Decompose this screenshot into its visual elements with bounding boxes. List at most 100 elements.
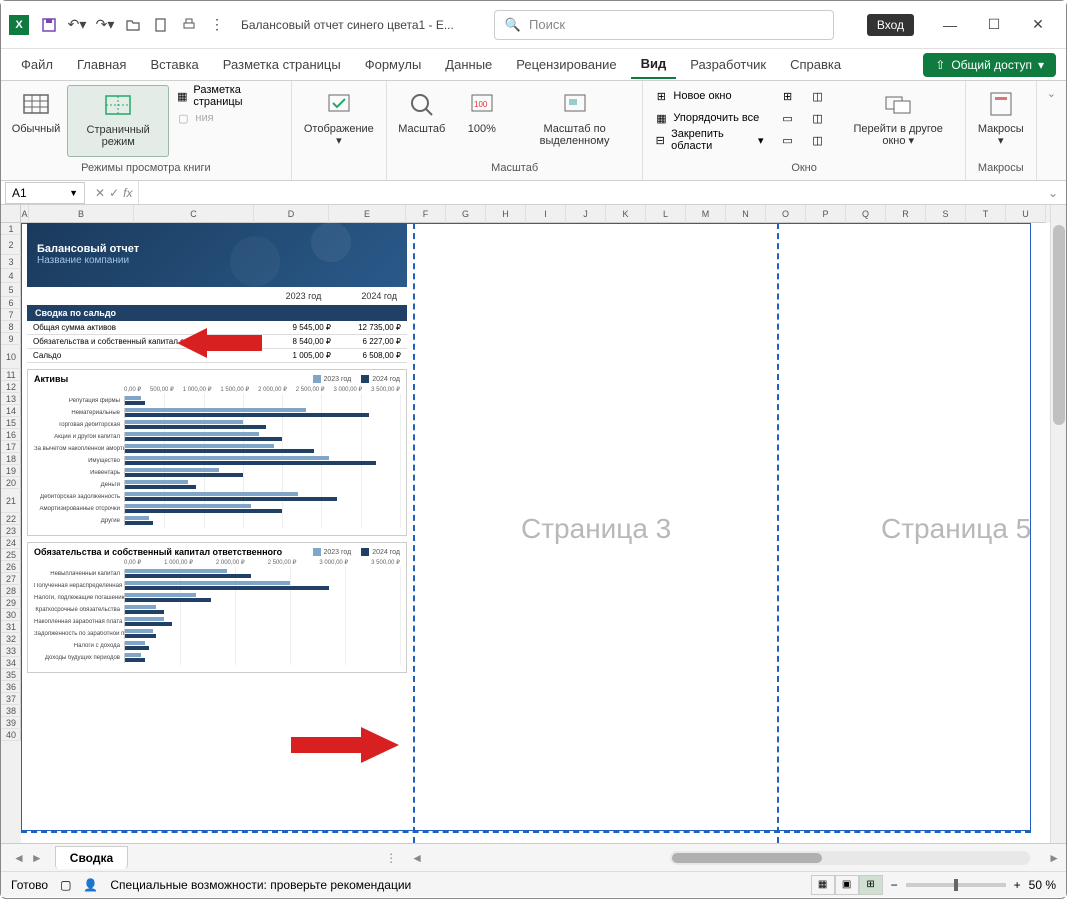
page-break-vertical-1[interactable] bbox=[413, 223, 415, 843]
login-button[interactable]: Вход bbox=[867, 14, 914, 36]
col-header[interactable]: R bbox=[886, 205, 926, 223]
row-header[interactable]: 1 bbox=[1, 223, 21, 235]
col-header[interactable]: F bbox=[406, 205, 446, 223]
macros-button[interactable]: Макросы▾ bbox=[972, 85, 1030, 157]
normal-mode-icon[interactable]: ▦ bbox=[811, 875, 835, 895]
zoom-out-icon[interactable]: − bbox=[891, 878, 898, 892]
page-layout-mode-icon[interactable]: ▣ bbox=[835, 875, 859, 895]
unhide-icon[interactable]: ▭ bbox=[776, 129, 800, 151]
vertical-scrollbar[interactable] bbox=[1050, 205, 1066, 843]
normal-view-button[interactable]: Обычный bbox=[7, 85, 65, 157]
page-break-mode-icon[interactable]: ⊞ bbox=[859, 875, 883, 895]
col-header[interactable]: A bbox=[21, 205, 29, 223]
tab-data[interactable]: Данные bbox=[435, 51, 502, 78]
row-header[interactable]: 16 bbox=[1, 429, 21, 441]
row-header[interactable]: 28 bbox=[1, 585, 21, 597]
page-layout-button[interactable]: ▦ Разметка страницы bbox=[171, 85, 284, 107]
col-header[interactable]: K bbox=[606, 205, 646, 223]
share-button[interactable]: ⇧ Общий доступ ▾ bbox=[923, 53, 1056, 77]
col-header[interactable]: N bbox=[726, 205, 766, 223]
zoom-value[interactable]: 50 % bbox=[1029, 878, 1056, 892]
row-header[interactable]: 3 bbox=[1, 255, 21, 269]
tab-nav-prev[interactable]: ◄ bbox=[13, 851, 25, 865]
col-header[interactable]: C bbox=[134, 205, 254, 223]
row-header[interactable]: 25 bbox=[1, 549, 21, 561]
page-break-horizontal[interactable] bbox=[21, 831, 1031, 833]
row-header[interactable]: 29 bbox=[1, 597, 21, 609]
open-icon[interactable] bbox=[121, 13, 145, 37]
row-header[interactable]: 4 bbox=[1, 269, 21, 283]
zoom-slider[interactable] bbox=[906, 883, 1006, 887]
row-header[interactable]: 26 bbox=[1, 561, 21, 573]
row-header[interactable]: 32 bbox=[1, 633, 21, 645]
zoom-in-icon[interactable]: + bbox=[1014, 878, 1021, 892]
page-break-vertical-2[interactable] bbox=[777, 223, 779, 843]
row-header[interactable]: 34 bbox=[1, 657, 21, 669]
row-header[interactable]: 18 bbox=[1, 453, 21, 465]
row-header[interactable]: 40 bbox=[1, 729, 21, 741]
col-header[interactable]: M bbox=[686, 205, 726, 223]
split-icon[interactable]: ⊞ bbox=[776, 85, 800, 107]
scroll-left-icon[interactable]: ◄ bbox=[405, 851, 429, 865]
row-header[interactable]: 23 bbox=[1, 525, 21, 537]
row-header[interactable]: 15 bbox=[1, 417, 21, 429]
row-header[interactable]: 38 bbox=[1, 705, 21, 717]
row-header[interactable]: 2 bbox=[1, 235, 21, 255]
col-header[interactable]: Q bbox=[846, 205, 886, 223]
row-header[interactable]: 36 bbox=[1, 681, 21, 693]
tab-formulas[interactable]: Формулы bbox=[355, 51, 432, 78]
new-window-button[interactable]: ⊞Новое окно bbox=[649, 85, 767, 107]
freeze-button[interactable]: ⊟Закрепить области ▾ bbox=[649, 129, 767, 151]
row-header[interactable]: 19 bbox=[1, 465, 21, 477]
row-header[interactable]: 10 bbox=[1, 345, 21, 369]
zoom-handle[interactable] bbox=[954, 879, 958, 891]
row-header[interactable]: 27 bbox=[1, 573, 21, 585]
row-header[interactable]: 17 bbox=[1, 441, 21, 453]
show-button[interactable]: Отображение▾ bbox=[298, 85, 380, 157]
col-header[interactable]: P bbox=[806, 205, 846, 223]
page-break-view-button[interactable]: Страничный режим bbox=[67, 85, 169, 157]
row-header[interactable]: 13 bbox=[1, 393, 21, 405]
new-icon[interactable] bbox=[149, 13, 173, 37]
hide-icon[interactable]: ▭ bbox=[776, 107, 800, 129]
tab-view[interactable]: Вид bbox=[631, 50, 677, 79]
cancel-formula-icon[interactable]: ✕ bbox=[95, 186, 105, 200]
row-header[interactable]: 6 bbox=[1, 297, 21, 309]
sync-icon-2[interactable]: ◫ bbox=[806, 107, 830, 129]
tab-file[interactable]: Файл bbox=[11, 51, 63, 78]
row-header[interactable]: 8 bbox=[1, 321, 21, 333]
col-header[interactable]: I bbox=[526, 205, 566, 223]
enter-formula-icon[interactable]: ✓ bbox=[109, 186, 119, 200]
row-header[interactable]: 12 bbox=[1, 381, 21, 393]
row-header[interactable]: 5 bbox=[1, 283, 21, 297]
col-header[interactable]: G bbox=[446, 205, 486, 223]
col-header[interactable]: H bbox=[486, 205, 526, 223]
row-header[interactable]: 11 bbox=[1, 369, 21, 381]
tab-help[interactable]: Справка bbox=[780, 51, 851, 78]
tab-split-handle[interactable]: ⋮ bbox=[385, 851, 397, 865]
col-header[interactable]: U bbox=[1006, 205, 1046, 223]
row-header[interactable]: 35 bbox=[1, 669, 21, 681]
fx-icon[interactable]: fx bbox=[123, 186, 132, 200]
h-scrollbar-thumb[interactable] bbox=[672, 853, 822, 863]
search-box[interactable]: 🔍 Поиск bbox=[494, 10, 834, 40]
qat-more-icon[interactable]: ⋮ bbox=[205, 13, 229, 37]
custom-views-button[interactable]: ▢ ния bbox=[171, 107, 284, 129]
accessibility-icon[interactable]: 👤 bbox=[83, 878, 98, 892]
col-header[interactable]: E bbox=[329, 205, 406, 223]
col-header[interactable]: J bbox=[566, 205, 606, 223]
tab-page-layout[interactable]: Разметка страницы bbox=[213, 51, 351, 78]
col-header[interactable]: B bbox=[29, 205, 134, 223]
tab-nav-next[interactable]: ► bbox=[31, 851, 43, 865]
close-button[interactable]: ✕ bbox=[1018, 5, 1058, 45]
tab-home[interactable]: Главная bbox=[67, 51, 136, 78]
collapse-ribbon-icon[interactable]: ⌄ bbox=[1037, 81, 1066, 180]
row-header[interactable]: 31 bbox=[1, 621, 21, 633]
row-header[interactable]: 22 bbox=[1, 513, 21, 525]
sync-icon-1[interactable]: ◫ bbox=[806, 85, 830, 107]
zoom-selection-button[interactable]: Масштаб по выделенному bbox=[513, 85, 637, 157]
row-header[interactable]: 20 bbox=[1, 477, 21, 489]
row-header[interactable]: 24 bbox=[1, 537, 21, 549]
tab-developer[interactable]: Разработчик bbox=[680, 51, 776, 78]
sync-icon-3[interactable]: ◫ bbox=[806, 129, 830, 151]
